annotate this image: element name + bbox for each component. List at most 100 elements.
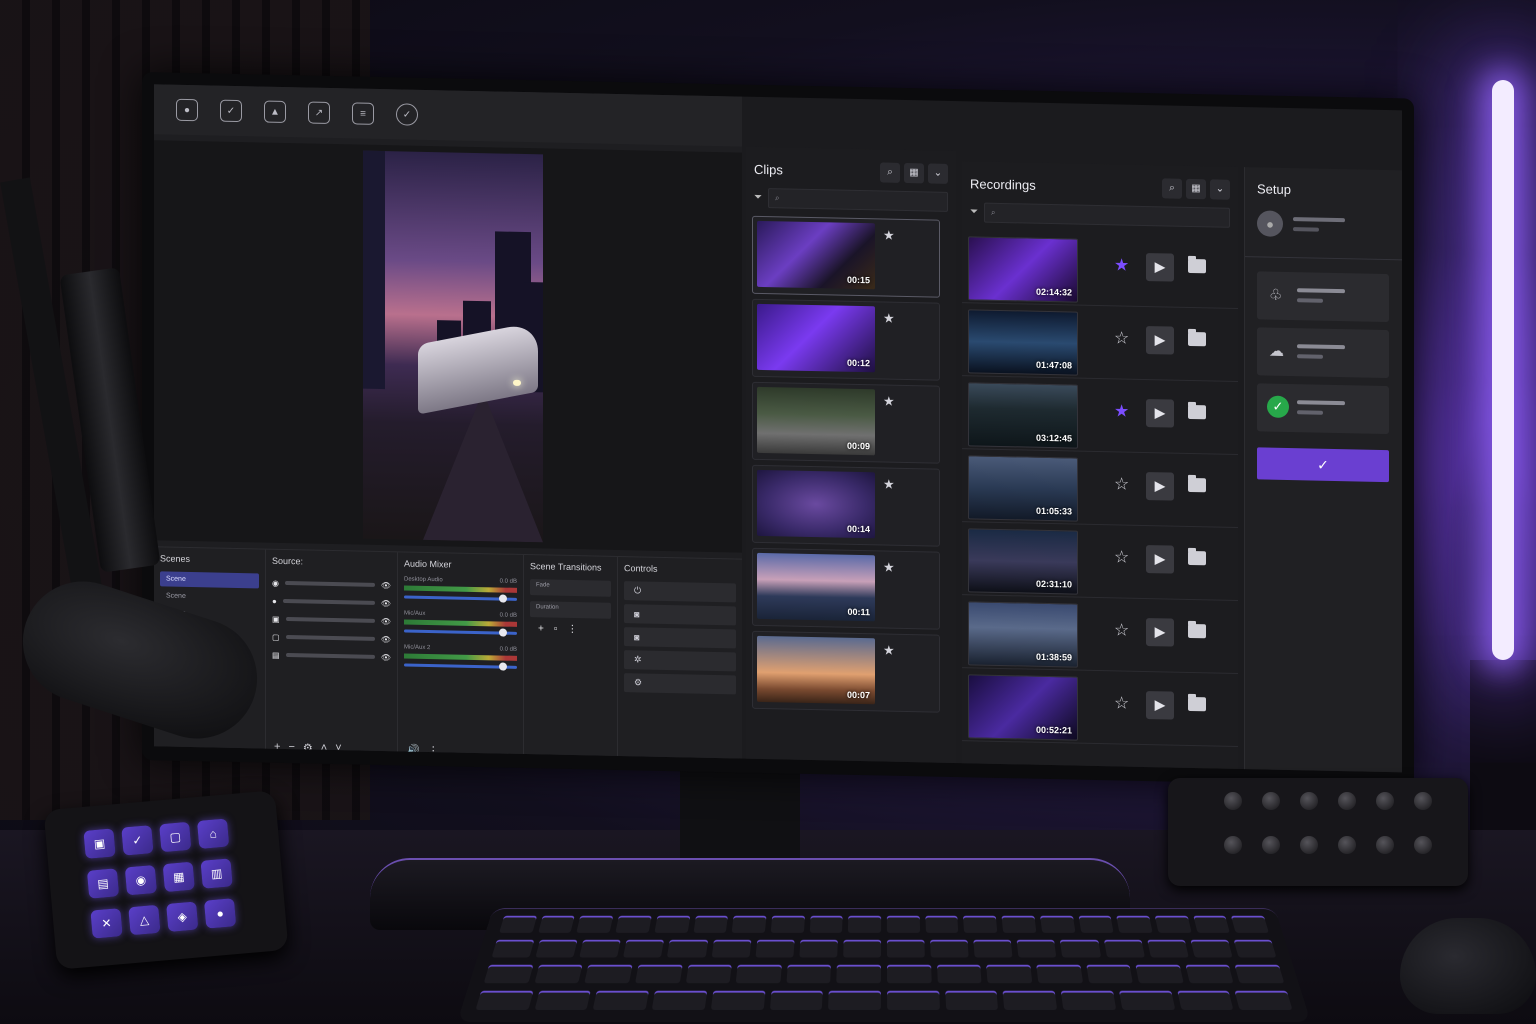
star-icon[interactable]: ☆ <box>1114 693 1129 713</box>
play-icon[interactable]: ▶ <box>1146 399 1174 428</box>
clip-thumbnail[interactable]: 00:15 <box>757 220 875 288</box>
folder-icon[interactable] <box>1188 404 1206 418</box>
folder-icon[interactable] <box>1188 623 1206 637</box>
folder-icon[interactable] <box>1188 550 1206 564</box>
clip-card[interactable]: 00:09 ★ <box>752 381 940 463</box>
clip-thumbnail[interactable]: 00:11 <box>757 552 875 620</box>
star-icon[interactable]: ★ <box>883 642 895 658</box>
star-icon[interactable]: ☆ <box>1114 620 1129 640</box>
settings-button[interactable]: ⚙ <box>624 673 736 694</box>
record-icon[interactable]: ● <box>176 99 198 121</box>
clip-card[interactable]: 00:15 ★ <box>752 215 940 297</box>
add-transition-icon[interactable]: + <box>538 623 544 634</box>
recording-thumbnail[interactable]: 00:52:21 <box>968 674 1078 740</box>
search-icon[interactable]: ⌕ <box>880 162 900 182</box>
clip-card[interactable]: 00:12 ★ <box>752 298 940 380</box>
clips-search-input[interactable]: ⌕ <box>768 188 948 212</box>
recording-thumbnail[interactable]: 01:38:59 <box>968 601 1078 667</box>
more-options-icon[interactable]: ⋮ <box>428 744 439 757</box>
star-icon[interactable]: ☆ <box>1114 328 1129 348</box>
filter-icon[interactable]: ⏷ <box>970 206 978 217</box>
play-icon[interactable]: ▶ <box>1146 253 1174 282</box>
star-icon[interactable]: ★ <box>883 559 895 575</box>
folder-icon[interactable] <box>1188 331 1206 345</box>
play-icon[interactable]: ▶ <box>1146 472 1174 501</box>
volume-slider[interactable] <box>404 663 517 668</box>
add-source-icon[interactable]: + <box>274 741 280 754</box>
grid-view-icon[interactable]: ▦ <box>1186 178 1206 198</box>
volume-slider-knob[interactable] <box>499 662 507 670</box>
scene-item[interactable]: Scene <box>160 571 259 588</box>
export-icon[interactable]: ↗ <box>308 101 330 123</box>
star-icon[interactable]: ★ <box>1114 401 1129 421</box>
scene-item[interactable]: Scene <box>160 588 259 605</box>
preview-canvas[interactable] <box>154 140 742 552</box>
recording-row[interactable]: 01:47:08 ☆ ▶ <box>962 303 1238 382</box>
image-icon[interactable]: ▲ <box>264 101 286 123</box>
volume-slider-knob[interactable] <box>499 594 507 602</box>
star-icon[interactable]: ☆ <box>1114 474 1129 494</box>
clip-thumbnail[interactable]: 00:14 <box>757 469 875 537</box>
user-profile[interactable]: ● <box>1245 210 1402 260</box>
play-icon[interactable]: ▶ <box>1146 545 1174 574</box>
setup-card-audio[interactable]: ♧ <box>1257 271 1389 322</box>
chevron-down-icon[interactable]: ⌄ <box>1210 179 1230 199</box>
folder-icon[interactable] <box>1188 258 1206 272</box>
settings-icon[interactable]: ⚙ <box>303 741 313 754</box>
recording-row[interactable]: 00:52:21 ☆ ▶ <box>962 668 1238 747</box>
recording-thumbnail[interactable]: 01:47:08 <box>968 309 1078 375</box>
play-icon[interactable]: ▶ <box>1146 691 1174 720</box>
search-icon[interactable]: ⌕ <box>1162 178 1182 198</box>
clip-card[interactable]: 00:14 ★ <box>752 464 940 546</box>
clip-icon[interactable]: ✓ <box>220 100 242 122</box>
check-icon[interactable]: ✓ <box>396 103 418 125</box>
recording-thumbnail[interactable]: 02:31:10 <box>968 528 1078 594</box>
speaker-icon[interactable]: 🔊 <box>406 744 420 757</box>
chevron-down-icon[interactable]: ⌄ <box>928 163 948 183</box>
visibility-eye-icon[interactable]: 👁 <box>381 581 391 590</box>
volume-slider[interactable] <box>404 595 517 600</box>
volume-slider[interactable] <box>404 629 517 634</box>
transition-select[interactable]: Fade <box>530 579 611 597</box>
document-icon[interactable]: ≡ <box>352 102 374 124</box>
virtual-camera-button[interactable]: ◙ <box>624 627 736 648</box>
duration-select[interactable]: Duration <box>530 601 611 619</box>
confirm-button[interactable]: ✓ <box>1257 447 1389 482</box>
start-recording-button[interactable]: ◙ <box>624 604 736 625</box>
recording-row[interactable]: 03:12:45 ★ ▶ <box>962 376 1238 455</box>
recording-row[interactable]: 02:31:10 ☆ ▶ <box>962 522 1238 601</box>
folder-icon[interactable] <box>1188 477 1206 491</box>
visibility-eye-icon[interactable]: 👁 <box>381 653 391 662</box>
clip-thumbnail[interactable]: 00:07 <box>757 635 875 703</box>
more-options-icon[interactable]: ⋮ <box>567 624 577 635</box>
visibility-eye-icon[interactable]: 👁 <box>381 599 391 608</box>
recording-row[interactable]: 01:38:59 ☆ ▶ <box>962 595 1238 674</box>
clip-thumbnail[interactable]: 00:12 <box>757 303 875 371</box>
remove-source-icon[interactable]: − <box>288 741 294 754</box>
visibility-eye-icon[interactable]: 👁 <box>381 635 391 644</box>
star-icon[interactable]: ★ <box>883 393 895 409</box>
setup-card-verified[interactable]: ✓ <box>1257 383 1389 434</box>
clip-thumbnail[interactable]: 00:09 <box>757 386 875 454</box>
recording-thumbnail[interactable]: 03:12:45 <box>968 382 1078 448</box>
recording-thumbnail[interactable]: 02:14:32 <box>968 236 1078 302</box>
volume-slider-knob[interactable] <box>499 628 507 636</box>
play-icon[interactable]: ▶ <box>1146 618 1174 647</box>
star-icon[interactable]: ★ <box>883 310 895 326</box>
clip-card[interactable]: 00:11 ★ <box>752 547 940 629</box>
recordings-search-input[interactable]: ⌕ <box>984 202 1230 227</box>
star-icon[interactable]: ★ <box>1114 255 1129 275</box>
folder-icon[interactable] <box>1188 696 1206 710</box>
setup-card-cloud[interactable]: ☁ <box>1257 327 1389 378</box>
star-icon[interactable]: ★ <box>883 476 895 492</box>
star-icon[interactable]: ☆ <box>1114 547 1129 567</box>
studio-mode-button[interactable]: ✲ <box>624 650 736 671</box>
clip-card[interactable]: 00:07 ★ <box>752 630 940 712</box>
delete-transition-icon[interactable]: ▫ <box>554 624 558 635</box>
visibility-eye-icon[interactable]: 👁 <box>381 617 391 626</box>
grid-view-icon[interactable]: ▦ <box>904 162 924 182</box>
move-up-icon[interactable]: ˄ <box>321 742 327 755</box>
recording-row[interactable]: 02:14:32 ★ ▶ <box>962 230 1238 309</box>
play-icon[interactable]: ▶ <box>1146 326 1174 355</box>
start-streaming-button[interactable]: ⏻ <box>624 581 736 602</box>
